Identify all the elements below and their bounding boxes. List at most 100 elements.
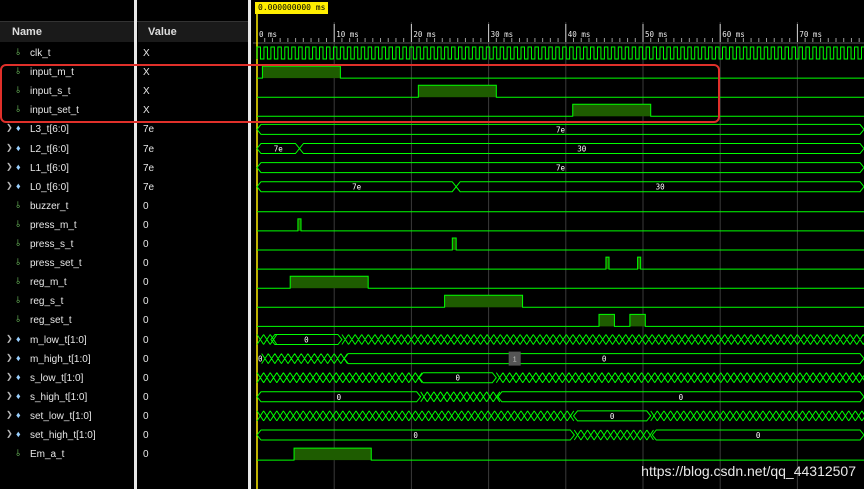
signal-row[interactable]: ⫰ input_s_t X bbox=[0, 82, 250, 101]
signal-name: press_s_t bbox=[30, 239, 74, 250]
expand-chevron-icon[interactable]: ❯ bbox=[6, 372, 13, 381]
signal-row[interactable]: ⫰ Em_a_t 0 bbox=[0, 445, 250, 464]
signal-row[interactable]: ⫰ press_m_t 0 bbox=[0, 216, 250, 235]
ss-low-toggle bbox=[495, 372, 864, 383]
waveform-area[interactable]: 0 ms 10 ms 20 ms 30 ms 40 ms 50 ms 60 ms 70 ms 7… bbox=[253, 0, 864, 489]
expand-chevron-icon[interactable]: ❯ bbox=[6, 123, 13, 132]
signal-row[interactable]: ⫰ input_m_t X bbox=[0, 63, 250, 82]
signal-name: reg_set_t bbox=[30, 315, 72, 327]
bus-signal-icon: ♦ bbox=[16, 333, 21, 344]
signal-name: L0_t[6:0] bbox=[30, 181, 69, 193]
reg-s-high-fill bbox=[444, 295, 523, 308]
bit-signal-icon: ⫰ bbox=[16, 47, 20, 57]
ss-low-segment-label: 0 bbox=[455, 374, 460, 383]
signal-value: 0 bbox=[143, 372, 149, 384]
tick-label: 20 ms bbox=[413, 30, 436, 39]
press-s-wave bbox=[257, 237, 864, 251]
expand-chevron-icon[interactable]: ❯ bbox=[6, 429, 13, 438]
expand-chevron-icon[interactable]: ❯ bbox=[6, 181, 13, 190]
signal-row[interactable]: ⫰ clk_t X bbox=[0, 44, 250, 63]
set-high-toggle bbox=[573, 429, 654, 441]
expand-chevron-icon[interactable]: ❯ bbox=[6, 410, 13, 419]
signal-value: 0 bbox=[143, 219, 149, 231]
signal-value: 0 bbox=[143, 296, 149, 308]
signal-name: buzzer_t bbox=[30, 200, 69, 212]
signal-row[interactable]: ❯ ♦ set_low_t[1:0] 0 bbox=[0, 407, 250, 426]
time-marker-label: 1 bbox=[513, 357, 517, 364]
bit-signal-icon: ⫰ bbox=[16, 104, 20, 115]
expand-chevron-icon[interactable]: ❯ bbox=[6, 353, 13, 362]
set-high-segment-label: 0 bbox=[413, 431, 418, 440]
expand-chevron-icon[interactable]: ❯ bbox=[6, 334, 13, 343]
set-low-toggle bbox=[650, 410, 864, 422]
signal-row[interactable]: ⫰ press_s_t 0 bbox=[0, 235, 250, 254]
bus-signal-icon: ♦ bbox=[16, 142, 21, 153]
bus-signal-icon: ♦ bbox=[16, 409, 21, 420]
column-divider[interactable] bbox=[134, 0, 137, 489]
signal-value: 0 bbox=[143, 258, 149, 270]
signal-row[interactable]: ❯ ♦ L3_t[6:0] 7e bbox=[0, 120, 250, 139]
signal-value: 0 bbox=[143, 200, 149, 212]
m-low-segment-label: 0 bbox=[304, 336, 309, 345]
expand-chevron-icon[interactable]: ❯ bbox=[6, 162, 13, 171]
signal-row[interactable]: ⫰ reg_s_t 0 bbox=[0, 292, 250, 311]
m-high-segment-label: 0 bbox=[258, 355, 263, 364]
signal-names-panel: Name Value ⫰ clk_t X ⫰ input_m_t X ⫰ input_s_t X… bbox=[0, 0, 250, 489]
bit-signal-icon: ⫰ bbox=[16, 257, 20, 268]
signal-row[interactable]: ❯ ♦ m_high_t[1:0] 0 bbox=[0, 350, 250, 369]
m-high-segment-label: 0 bbox=[602, 355, 607, 364]
signal-name: press_set_t bbox=[30, 258, 82, 270]
input-m-high-fill bbox=[262, 66, 341, 79]
l1-segment-label: 7e bbox=[556, 164, 566, 173]
signal-value: 0 bbox=[143, 391, 149, 403]
signal-row[interactable]: ❯ ♦ L1_t[6:0] 7e bbox=[0, 159, 250, 178]
signal-row[interactable]: ❯ ♦ m_low_t[1:0] 0 bbox=[0, 331, 250, 350]
signal-row[interactable]: ⫰ input_set_t X bbox=[0, 101, 250, 120]
signal-value: 0 bbox=[143, 277, 149, 289]
m-low-toggle bbox=[341, 334, 864, 345]
reg-set-wave bbox=[257, 313, 864, 327]
bit-signal-icon: ⫰ bbox=[16, 66, 20, 77]
panel-divider[interactable] bbox=[248, 0, 251, 489]
bit-signal-icon: ⫰ bbox=[16, 448, 20, 459]
signal-name: s_low_t[1:0] bbox=[30, 372, 84, 384]
panel-toolbar bbox=[0, 0, 250, 22]
signal-row[interactable]: ⫰ buzzer_t 0 bbox=[0, 197, 250, 216]
bus-signal-icon: ♦ bbox=[16, 161, 21, 172]
bus-signal-icon: ♦ bbox=[16, 390, 21, 401]
signal-value: X bbox=[143, 48, 150, 59]
signal-name: m_low_t[1:0] bbox=[30, 334, 87, 346]
input-set-high-fill bbox=[572, 104, 651, 117]
tick-label: 40 ms bbox=[568, 30, 591, 39]
signal-value: 0 bbox=[143, 353, 149, 365]
s-high-segment-label: 0 bbox=[679, 393, 684, 402]
signal-row[interactable]: ❯ ♦ set_high_t[1:0] 0 bbox=[0, 426, 250, 445]
signal-name: set_high_t[1:0] bbox=[30, 430, 96, 441]
reg-s-wave bbox=[257, 294, 864, 308]
value-column-header[interactable]: Value bbox=[138, 22, 250, 42]
signal-value: 0 bbox=[143, 410, 149, 422]
signal-name: s_high_t[1:0] bbox=[30, 391, 88, 403]
input-set-wave bbox=[257, 103, 864, 117]
signal-row[interactable]: ❯ ♦ L0_t[6:0] 7e bbox=[0, 178, 250, 197]
signal-row[interactable]: ⫰ reg_m_t 0 bbox=[0, 273, 250, 292]
signal-row[interactable]: ❯ ♦ L2_t[6:0] 7e bbox=[0, 140, 250, 159]
signal-row[interactable]: ⫰ reg_set_t 0 bbox=[0, 311, 250, 330]
signal-name: clk_t bbox=[30, 48, 51, 59]
signal-name: reg_s_t bbox=[30, 296, 64, 308]
reg-m-high-fill bbox=[290, 276, 369, 289]
signal-value: 0 bbox=[143, 239, 149, 250]
bus-signal-icon: ♦ bbox=[16, 352, 21, 363]
name-column-header[interactable]: Name bbox=[0, 22, 134, 42]
expand-chevron-icon[interactable]: ❯ bbox=[6, 391, 13, 400]
signal-value: 0 bbox=[143, 334, 149, 346]
expand-chevron-icon[interactable]: ❯ bbox=[6, 143, 13, 152]
watermark: https://blog.csdn.net/qq_44312507 bbox=[641, 463, 856, 479]
signal-row[interactable]: ⫰ press_set_t 0 bbox=[0, 254, 250, 273]
signal-row[interactable]: ❯ ♦ s_high_t[1:0] 0 bbox=[0, 388, 250, 407]
bus-signal-icon: ♦ bbox=[16, 180, 21, 191]
signal-name: L2_t[6:0] bbox=[30, 143, 69, 155]
l0-segment-label: 30 bbox=[656, 183, 666, 192]
signal-row[interactable]: ❯ ♦ s_low_t[1:0] 0 bbox=[0, 369, 250, 388]
bit-signal-icon: ⫰ bbox=[16, 276, 20, 287]
